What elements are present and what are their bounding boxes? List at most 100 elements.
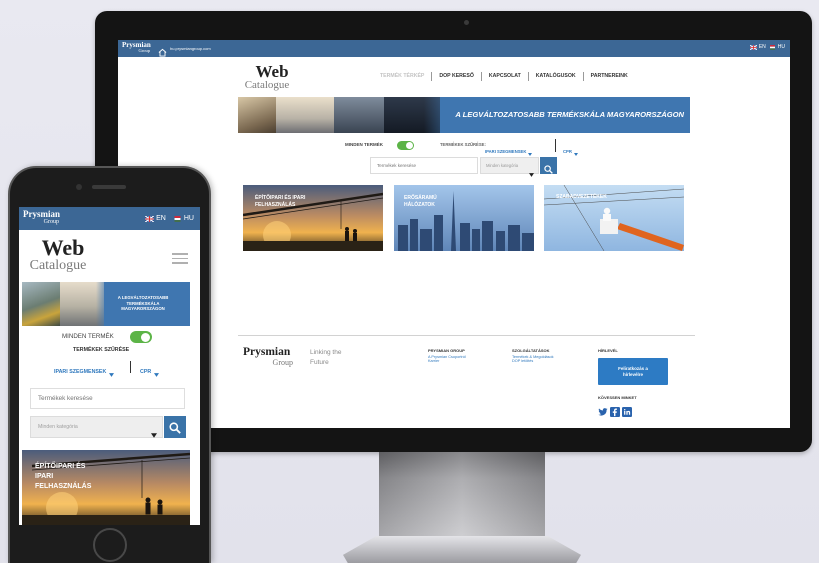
lineman-silhouette [603, 207, 611, 221]
facebook-icon[interactable] [610, 404, 620, 422]
footer-column-group: PRYSMIAN GROUP A Prysmian Csoportról Kar… [428, 349, 466, 364]
all-products-toggle[interactable] [397, 141, 414, 150]
toggle-knob [406, 142, 413, 149]
phone-home-button[interactable] [93, 528, 127, 562]
logo-sub: Group [43, 219, 59, 225]
mobile-topbar: Prysmian Group EN HU [19, 207, 200, 230]
lang-hu[interactable]: HU [184, 215, 194, 222]
newsletter-button-label: Feliratkozás a hírlevélre [618, 365, 648, 377]
cpr-dropdown[interactable]: CPR [563, 143, 578, 161]
all-products-label: MINDEN TERMÉK [62, 333, 114, 340]
phone-screen: Prysmian Group EN HU Web Catalogue A LEG… [19, 207, 200, 525]
search-icon [169, 421, 181, 439]
hero-banner: A LEGVÁLTOZATOSABB TERMÉKSKÁLA MAGYARORS… [238, 97, 690, 133]
social-title: KÖVESSEN MINKET [598, 395, 637, 400]
card-title: ERŐSÁRAMÚ HÁLÓZATOK [404, 195, 437, 208]
flag-hu-icon[interactable] [173, 215, 182, 222]
chevron-down-icon [529, 164, 534, 182]
lang-en[interactable]: EN [156, 215, 166, 222]
all-products-toggle[interactable] [130, 331, 152, 343]
banner-headline: A LEGVÁLTOZATOSABB TERMÉKSKÁLA MAGYARORS… [455, 110, 684, 119]
category-select[interactable]: Minden kategória [480, 157, 539, 177]
category-card-construction[interactable]: ÉPÍTŐIPARI ÉS IPARI FELHASZNÁLÁS [243, 185, 383, 251]
filter-separator [130, 361, 131, 373]
prysmian-logo[interactable]: Prysmian Group [122, 42, 151, 54]
banner-photo-building [334, 97, 384, 133]
category-select[interactable]: Minden kategória [30, 416, 163, 438]
social-icons [598, 404, 632, 422]
category-select-value: Minden kategória [486, 163, 519, 168]
main-nav: TERMÉK TÉRKÉP DOP KERESŐ KAPCSOLAT KATAL… [380, 72, 628, 81]
chevron-down-icon [151, 425, 157, 443]
search-input[interactable] [30, 388, 185, 409]
toggle-knob [141, 332, 150, 342]
category-select-value: Minden kategória [38, 424, 78, 430]
language-switcher: EN HU [145, 215, 194, 222]
phone-speaker [92, 185, 126, 189]
segments-label: IPARI SZEGMENSEK [54, 369, 107, 376]
banner-photo-sunrise [276, 97, 334, 133]
filter-label: TERMÉKEK SZŰRÉSE: [440, 142, 486, 147]
hamburger-menu-icon[interactable] [172, 253, 188, 264]
search-button[interactable] [164, 416, 186, 438]
cpr-dropdown[interactable]: CPR [140, 364, 160, 382]
category-card-construction[interactable]: ÉPÍTŐIPARI ÉS IPARI FELHASZNÁLÁS [22, 450, 190, 525]
monitor-stand-base [343, 536, 581, 563]
nav-item-product-map[interactable]: TERMÉK TÉRKÉP [380, 73, 424, 79]
menu-line [172, 257, 188, 259]
twitter-icon[interactable] [598, 404, 608, 422]
chevron-down-icon [573, 143, 578, 161]
filter-separator [555, 139, 556, 152]
lang-hu[interactable]: HU [778, 45, 785, 50]
menu-line [172, 262, 188, 264]
segments-label: IPARI SZEGMENSEK [485, 148, 527, 154]
banner-headline: A LEGVÁLTOZATOSABB TERMÉKSKÁLA MAGYARORS… [117, 295, 169, 312]
banner-photo-fade [96, 282, 110, 326]
menu-line [172, 253, 188, 255]
all-products-label: MINDEN TERMÉK [345, 142, 383, 147]
home-icon[interactable] [158, 44, 167, 57]
web-catalogue-logo[interactable]: Web Catalogue [238, 63, 296, 91]
chevron-down-icon [154, 364, 160, 382]
category-card-power-grid[interactable]: ERŐSÁRAMÚ HÁLÓZATOK [394, 185, 534, 251]
segments-dropdown[interactable]: IPARI SZEGMENSEK [54, 364, 115, 382]
nav-item-dop-search[interactable]: DOP KERESŐ [439, 73, 474, 79]
newsletter-title: HÍRLEVÉL [598, 348, 618, 353]
category-card-overhead-lines[interactable]: SZABADVEZETÉKEK [544, 185, 684, 251]
footer-divider [238, 335, 695, 336]
footer-link[interactable]: Karrier [428, 359, 466, 364]
monitor-camera [464, 20, 469, 25]
search-input[interactable] [370, 157, 478, 174]
flag-uk-icon[interactable] [145, 215, 155, 222]
footer-link[interactable]: DOP letöltés [512, 359, 554, 364]
logo-main: Prysmian [23, 209, 60, 219]
cpr-label: CPR [140, 369, 152, 376]
web-catalogue-logo[interactable]: Web Catalogue [25, 237, 91, 273]
card-title: SZABADVEZETÉKEK [556, 194, 607, 200]
nav-separator [480, 72, 482, 81]
nav-separator [431, 72, 433, 81]
search-button[interactable] [540, 157, 557, 174]
banner-photo-worker [22, 282, 60, 326]
logo-web: Web [41, 235, 85, 260]
search-icon [544, 161, 553, 179]
flag-uk-icon[interactable] [749, 44, 758, 51]
bucket [600, 219, 618, 234]
footer-column-title: PRYSMIAN GROUP [428, 348, 465, 353]
filter-label: TERMÉKEK SZŰRÉSE [73, 347, 130, 353]
nav-separator [582, 72, 584, 81]
flag-hu-icon[interactable] [769, 45, 776, 50]
nav-item-partners[interactable]: PARTNEREINK [591, 73, 628, 79]
newsletter-subscribe-button[interactable]: Feliratkozás a hírlevélre [598, 358, 668, 385]
nav-item-contact[interactable]: KAPCSOLAT [489, 73, 521, 79]
lang-en[interactable]: EN [759, 45, 766, 50]
site-address[interactable]: hu.prysmiangroup.com [170, 46, 211, 51]
linkedin-icon[interactable] [622, 404, 632, 422]
card-title: ÉPÍTŐIPARI ÉS IPARI FELHASZNÁLÁS [35, 463, 92, 490]
footer-prysmian-logo[interactable]: Prysmian Group [243, 346, 293, 367]
card-title: ÉPÍTŐIPARI ÉS IPARI FELHASZNÁLÁS [255, 195, 306, 208]
desktop-screen: Prysmian Group hu.prysmiangroup.com EN H… [118, 40, 790, 428]
footer-column-services: SZOLGÁLTATÁSOK Termékek & Megoldások DOP… [512, 349, 554, 364]
nav-item-catalogues[interactable]: KATALÓGUSOK [536, 73, 576, 79]
prysmian-logo[interactable]: Prysmian Group [23, 209, 60, 226]
